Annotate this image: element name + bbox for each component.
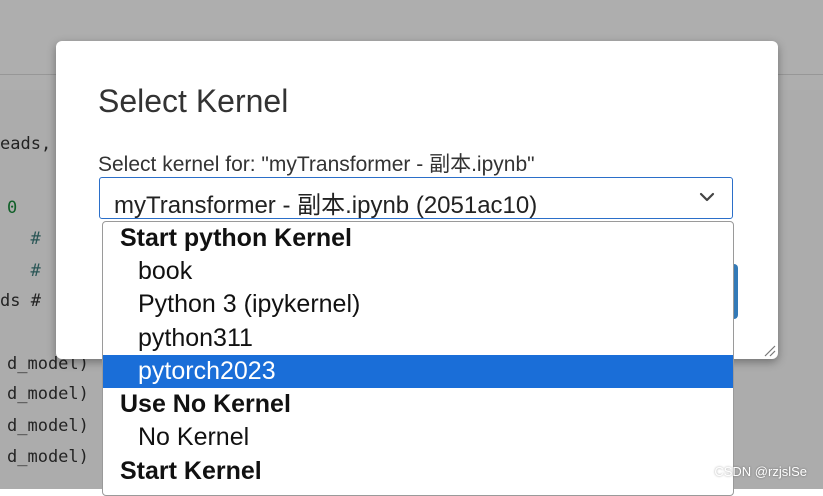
optgroup-start-python-kernel: Start python Kernel bbox=[120, 224, 352, 252]
kernel-select[interactable]: myTransformer - 副本.ipynb (2051ac10) bbox=[99, 177, 733, 219]
option-python311[interactable]: python311 bbox=[103, 322, 733, 355]
resize-grip-icon[interactable] bbox=[762, 343, 776, 357]
optgroup-start-kernel: Start Kernel bbox=[120, 457, 262, 485]
optgroup-use-no-kernel: Use No Kernel bbox=[120, 390, 291, 418]
kernel-select-label: Select kernel for: "myTransformer - 副本.i… bbox=[98, 153, 535, 176]
option-python3-ipykernel[interactable]: Python 3 (ipykernel) bbox=[103, 288, 733, 321]
option-pytorch2023[interactable]: pytorch2023 bbox=[103, 355, 733, 388]
option-book[interactable]: book bbox=[103, 255, 733, 288]
chevron-down-icon bbox=[699, 192, 715, 202]
dialog-title: Select Kernel bbox=[98, 83, 289, 119]
kernel-select-value: myTransformer - 副本.ipynb (2051ac10) bbox=[114, 192, 538, 219]
option-no-kernel[interactable]: No Kernel bbox=[103, 421, 733, 454]
kernel-options-list[interactable]: Start python Kernel book Python 3 (ipyke… bbox=[102, 221, 734, 496]
watermark: CSDN @rzjslSe bbox=[714, 464, 807, 479]
